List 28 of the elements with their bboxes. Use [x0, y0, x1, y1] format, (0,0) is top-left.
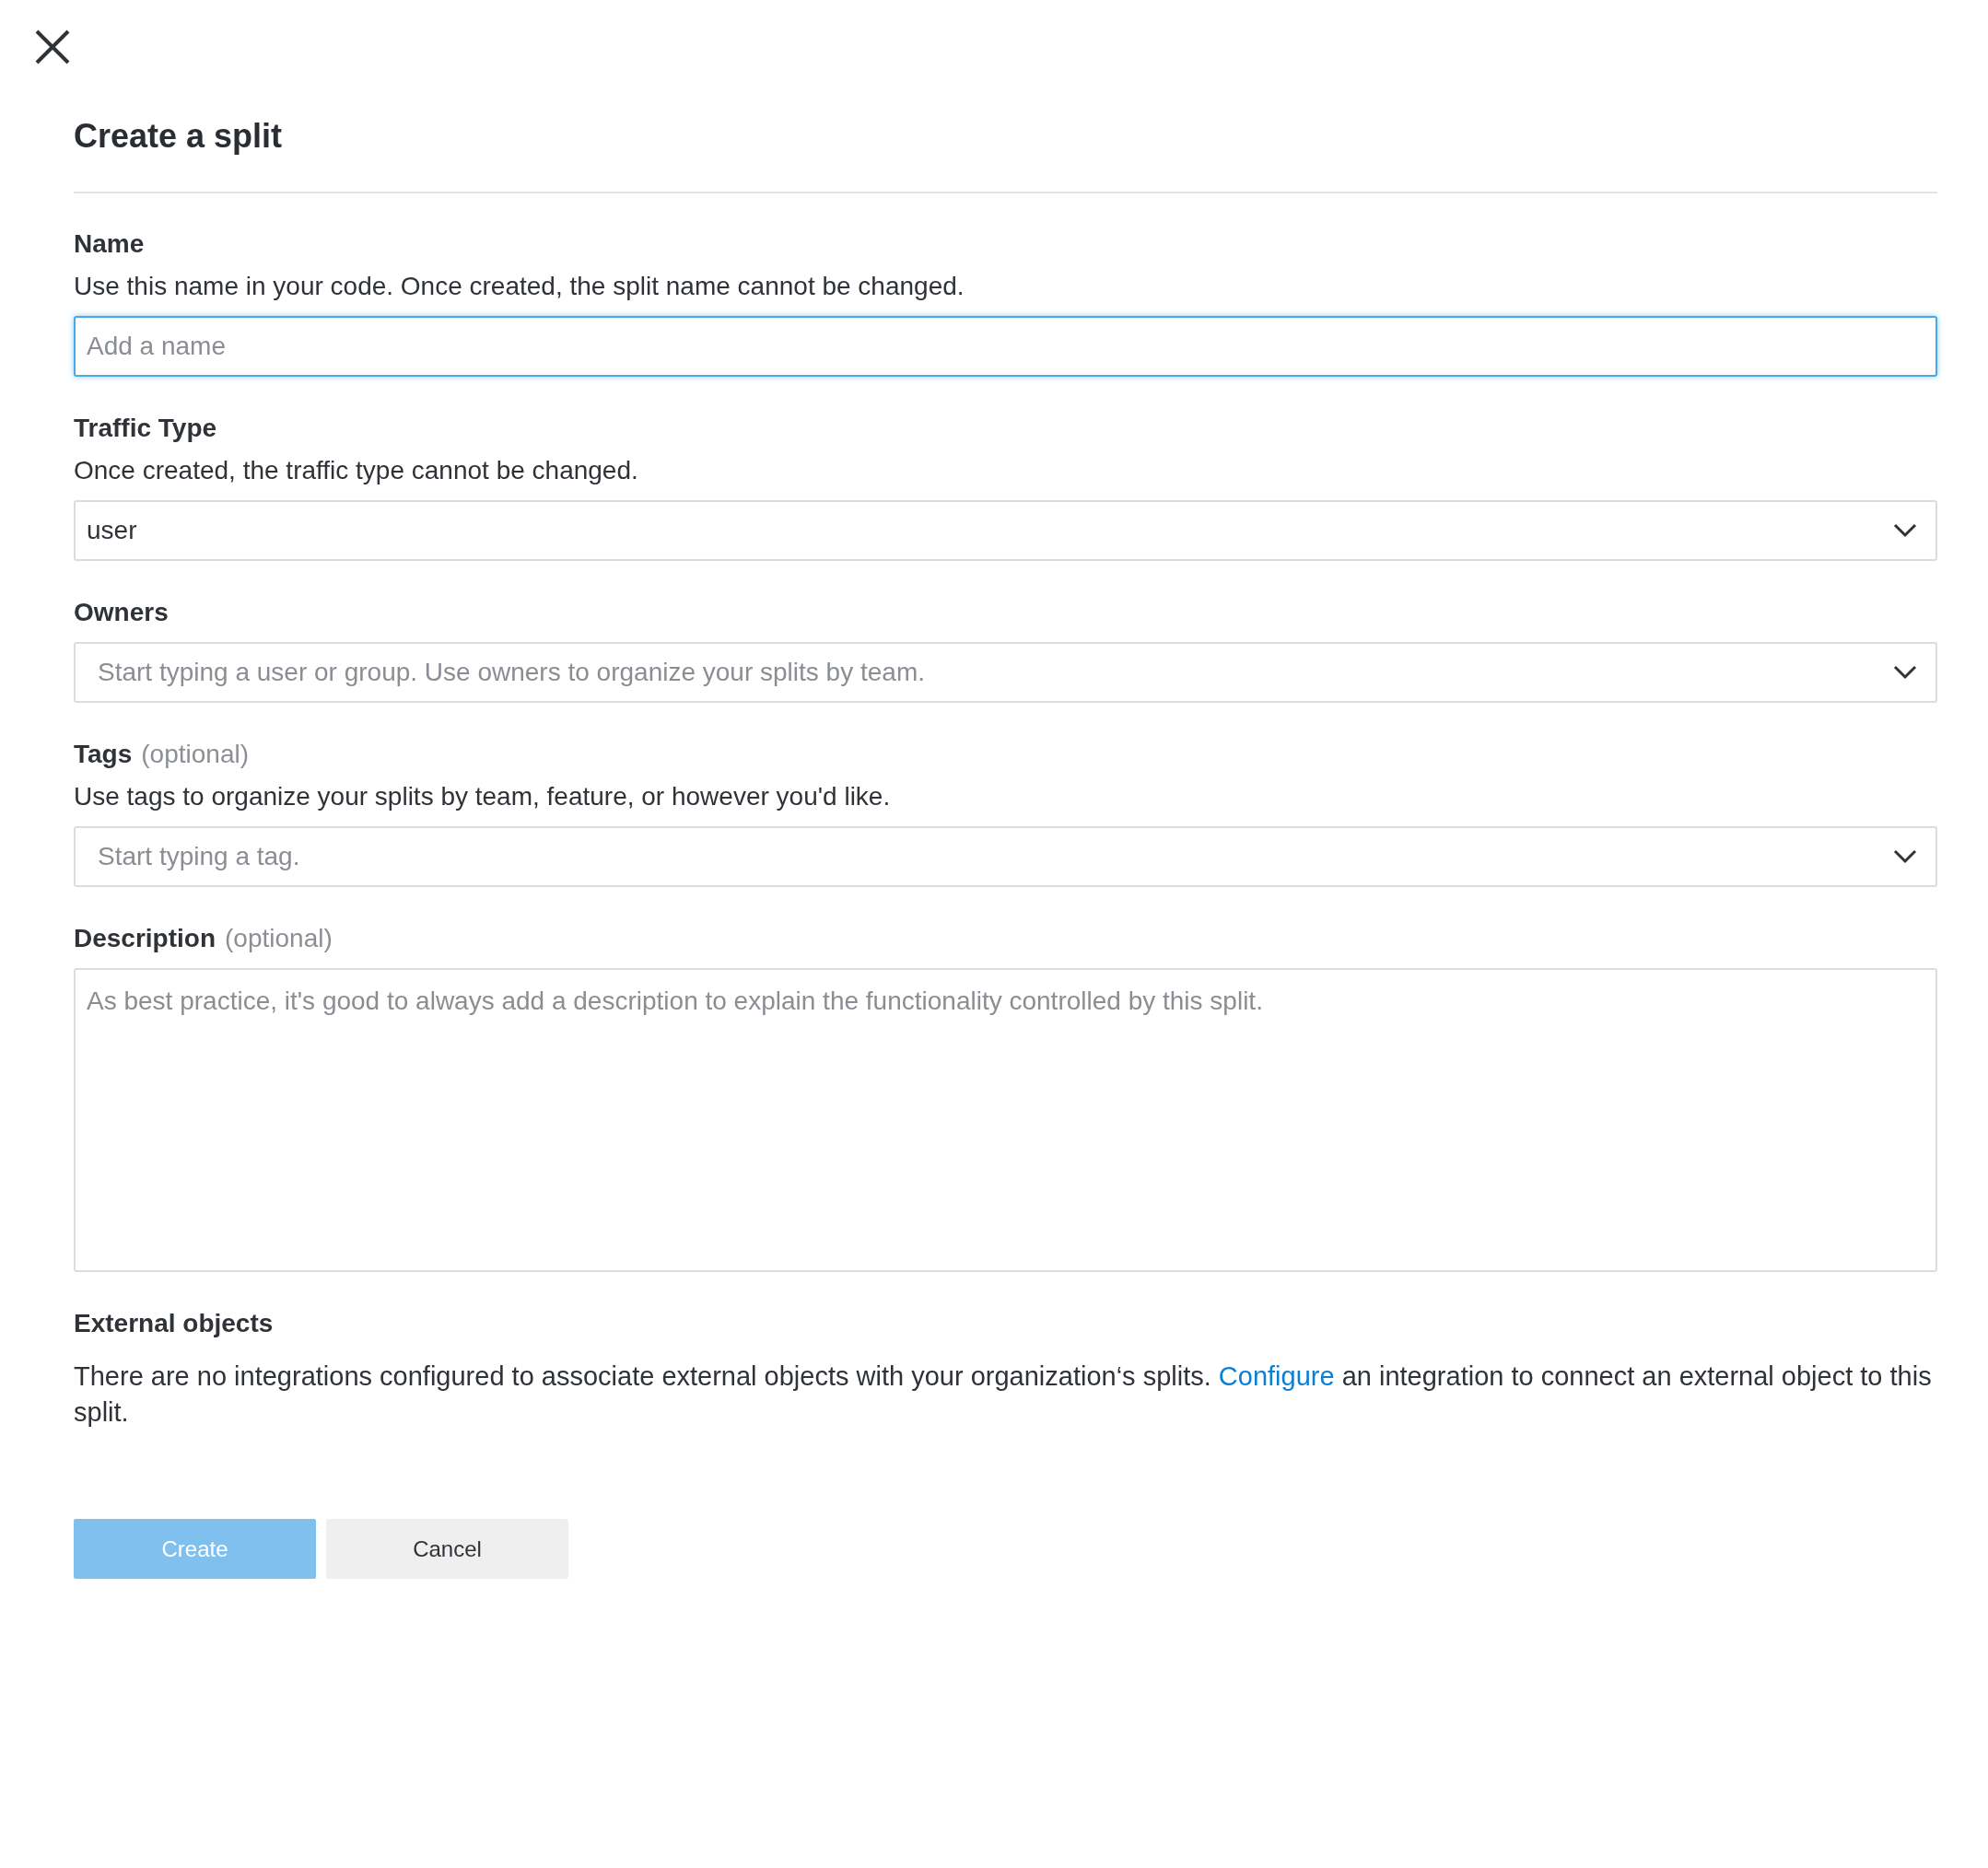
- cancel-button[interactable]: Cancel: [326, 1519, 568, 1579]
- field-label: Tags: [74, 739, 133, 770]
- select-field[interactable]: user: [74, 500, 1937, 561]
- dialog-title: Create a split: [74, 116, 284, 157]
- section-title: External objects: [74, 1308, 275, 1339]
- select-placeholder: Start typing a tag.: [97, 842, 300, 871]
- select-placeholder: Start typing a user or group. Use owners to organize your splits by team.: [97, 658, 925, 687]
- helper-text: Use this name in your code. Once created, the split name cannot be changed.: [74, 271, 965, 302]
- close-button[interactable]: [33, 28, 72, 66]
- helper-text: Use tags to organize your splits by team, feature, or however you'd like.: [74, 781, 892, 812]
- optional-note: (optional): [225, 923, 333, 954]
- select-field[interactable]: Start typing a user or group. Use owners to organize your splits by team.: [74, 642, 1937, 703]
- description-text-area[interactable]: As best practice, it's good to always add a description to explain the functionality controlled by this split.: [74, 968, 1937, 1272]
- field-label: Description: [74, 923, 216, 954]
- helper-text: Once created, the traffic type cannot be changed.: [74, 455, 639, 486]
- close-icon: [35, 29, 70, 64]
- integration-note: There are no integrations configured to associate external objects with your organization‘s splits. Configure an integration to connect an external object to this split.: [74, 1360, 1933, 1429]
- select-field[interactable]: Start typing a tag.: [74, 826, 1937, 887]
- chevron-down-icon: [1893, 523, 1917, 538]
- configure-link[interactable]: Configure: [1218, 1361, 1335, 1391]
- select-value: user: [87, 516, 137, 545]
- chevron-down-icon: [1893, 849, 1917, 864]
- field-label: Name: [74, 228, 145, 260]
- name-input-field[interactable]: Add a name: [74, 316, 1937, 377]
- chevron-down-icon: [1893, 665, 1917, 680]
- field-label: Traffic Type: [74, 413, 217, 444]
- field-label: Owners: [74, 597, 169, 628]
- optional-note: (optional): [141, 739, 249, 770]
